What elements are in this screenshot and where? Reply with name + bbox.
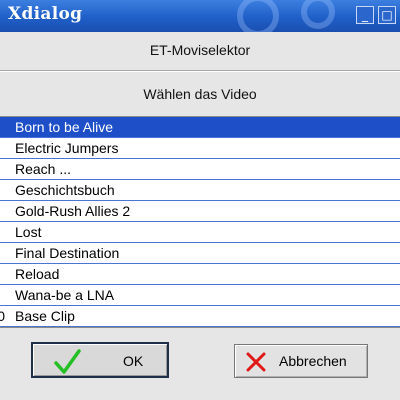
video-list[interactable]: Born to be Alive Electric Jumpers Reach ..… <box>0 116 400 328</box>
list-item[interactable]: Reach ... <box>0 159 400 180</box>
list-item-tag: 0 <box>0 306 5 326</box>
list-item[interactable]: Geschichtsbuch <box>0 180 400 201</box>
list-item-label: Electric Jumpers <box>15 140 119 156</box>
list-item-label: Gold-Rush Allies 2 <box>15 203 131 219</box>
check-icon <box>54 349 81 374</box>
dialog-heading: ET-Moviselektor <box>149 42 251 58</box>
ok-label: OK <box>123 353 144 369</box>
gear-icon <box>237 0 335 32</box>
list-item-label: Final Destination <box>15 245 120 261</box>
list-item-label: Geschichtsbuch <box>15 182 115 198</box>
list-item[interactable]: Reload <box>0 264 400 285</box>
list-item[interactable]: Born to be Alive <box>0 117 400 138</box>
list-item[interactable]: Electric Jumpers <box>0 138 400 159</box>
list-item[interactable]: Lost <box>0 222 400 243</box>
separator <box>0 70 400 72</box>
list-item-label: Base Clip <box>15 308 75 324</box>
list-item[interactable]: Wana-be a LNA <box>0 285 400 306</box>
list-item[interactable]: Final Destination <box>0 243 400 264</box>
list-item-label: Wana-be a LNA <box>15 287 115 303</box>
list-item[interactable]: 0 Base Clip <box>0 306 400 327</box>
list-item-label: Born to be Alive <box>15 119 114 135</box>
cancel-label: Abbrechen <box>279 353 347 369</box>
minimize-button[interactable]: _ <box>356 6 374 24</box>
maximize-button[interactable]: □ <box>378 6 396 24</box>
list-item-label: Reach ... <box>15 161 72 177</box>
ok-button[interactable]: OK <box>31 342 169 378</box>
dialog-prompt: Wählen das Video <box>143 86 257 102</box>
window-title: Xdialog <box>8 4 83 24</box>
list-item-label: Reload <box>15 266 60 282</box>
cancel-button[interactable]: Abbrechen <box>234 344 368 378</box>
maximize-icon: □ <box>381 8 393 22</box>
minimize-icon: _ <box>362 8 368 22</box>
list-item[interactable]: Gold-Rush Allies 2 <box>0 201 400 222</box>
cross-icon <box>246 352 266 372</box>
list-item-label: Lost <box>15 224 42 240</box>
title-bar[interactable]: Xdialog _ □ <box>0 0 400 32</box>
